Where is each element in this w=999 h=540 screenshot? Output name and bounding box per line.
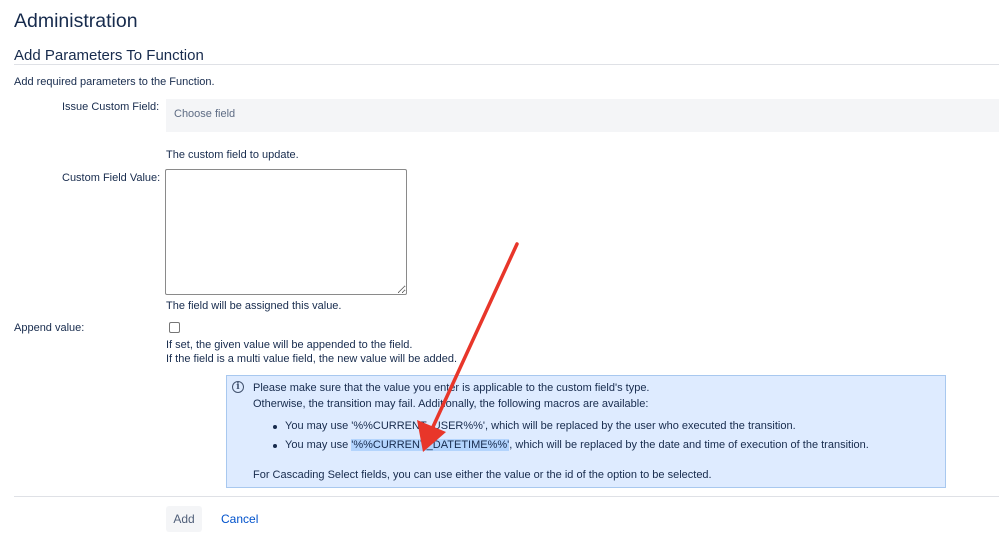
info-line-1: Please make sure that the value you ente…	[253, 382, 650, 394]
section-title: Add Parameters To Function	[14, 47, 204, 64]
macro-prefix: You may use	[285, 439, 352, 451]
info-line-2: Otherwise, the transition may fail. Addi…	[253, 398, 649, 410]
macro-prefix: You may use	[285, 420, 352, 432]
add-button[interactable]: Add	[166, 506, 202, 532]
issue-custom-field-placeholder: Choose field	[174, 108, 236, 120]
issue-custom-field-label: Issue Custom Field:	[62, 101, 160, 113]
macro-current-datetime-highlighted: '%%CURRENT_DATETIME%%'	[351, 439, 510, 451]
append-value-help-2: If the field is a multi value field, the…	[166, 353, 458, 365]
section-description: Add required parameters to the Function.	[14, 76, 215, 88]
macro-suffix: , which will be replaced by the user who…	[485, 420, 796, 432]
info-footer: For Cascading Select fields, you can use…	[253, 469, 712, 481]
macro-current-user: '%%CURRENT_USER%%'	[351, 420, 486, 432]
bullet-dot	[273, 425, 277, 429]
info-icon: i	[232, 381, 244, 393]
actions-divider	[14, 496, 999, 497]
custom-field-value-help: The field will be assigned this value.	[166, 300, 342, 312]
append-value-label: Append value:	[14, 322, 85, 334]
custom-field-value-label: Custom Field Value:	[62, 172, 161, 184]
macro-item-current-user: You may use '%%CURRENT_USER%%', which wi…	[285, 419, 796, 433]
section-divider	[14, 64, 999, 65]
page-title: Administration	[14, 10, 138, 32]
bullet-dot	[273, 444, 277, 448]
custom-field-value-textarea[interactable]	[165, 169, 407, 295]
append-value-checkbox[interactable]	[169, 322, 180, 333]
issue-custom-field-help: The custom field to update.	[166, 149, 299, 161]
append-value-help-1: If set, the given value will be appended…	[166, 339, 413, 351]
cancel-link[interactable]: Cancel	[213, 506, 266, 532]
issue-custom-field-select[interactable]: Choose field	[166, 99, 999, 132]
macro-item-current-datetime: You may use '%%CURRENT_DATETIME%%', whic…	[285, 438, 869, 452]
macro-suffix: , which will be replaced by the date and…	[509, 439, 869, 451]
